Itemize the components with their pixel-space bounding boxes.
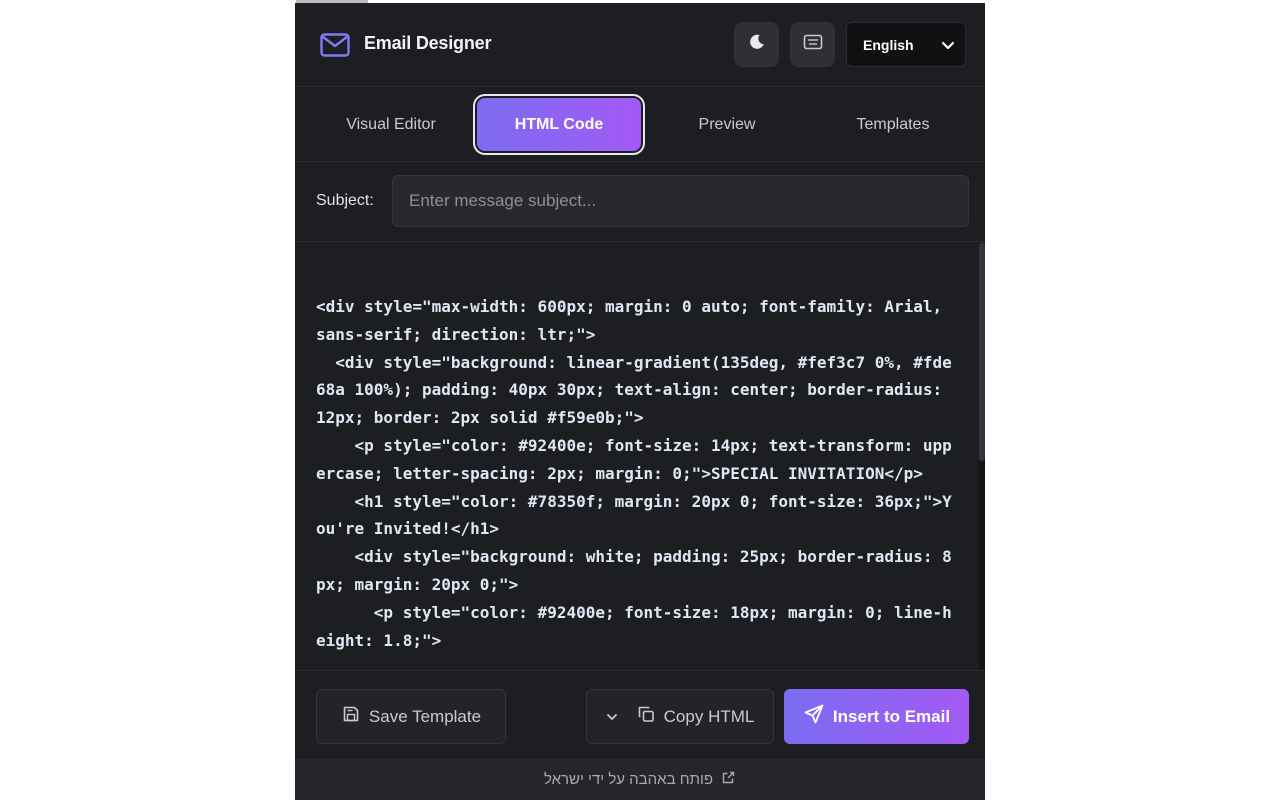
copy-html-button[interactable]: Copy HTML [586, 689, 774, 744]
language-select[interactable]: English [846, 22, 966, 67]
save-template-button[interactable]: Save Template [316, 689, 506, 744]
html-code-content[interactable]: <div style="max-width: 600px; margin: 0 … [316, 293, 961, 654]
header: Email Designer English [295, 3, 985, 87]
code-scrollbar-thumb[interactable] [979, 243, 985, 461]
tab-html-code[interactable]: HTML Code [477, 98, 641, 151]
save-icon [341, 704, 369, 729]
language-select-value: English [863, 36, 914, 53]
subject-label: Subject: [316, 192, 374, 209]
subject-row: Subject: [295, 163, 985, 242]
footer-credit: פותח באהבה על ידי ישראל [543, 771, 714, 788]
insert-to-email-label: Insert to Email [832, 706, 951, 726]
email-designer-panel: Email Designer English Visual Editor HTM… [295, 3, 985, 800]
tab-visual-editor[interactable]: Visual Editor [309, 98, 473, 151]
insert-to-email-button[interactable]: Insert to Email [784, 689, 969, 744]
mail-icon [319, 30, 351, 60]
html-code-editor[interactable]: <div style="max-width: 600px; margin: 0 … [295, 243, 985, 670]
save-template-label: Save Template [368, 706, 482, 726]
theme-toggle-button[interactable] [734, 22, 779, 67]
tab-templates[interactable]: Templates [811, 98, 975, 151]
chevron-down-icon [941, 39, 955, 55]
app-title: Email Designer [364, 33, 492, 53]
keyboard-icon [803, 34, 823, 55]
action-bar: Save Template Copy HTML Insert to Email [295, 670, 985, 759]
code-scrollbar[interactable] [979, 243, 985, 670]
tab-preview[interactable]: Preview [645, 98, 809, 151]
external-link-icon [713, 770, 736, 789]
editor-tabs: Visual Editor HTML Code Preview Template… [295, 87, 985, 162]
moon-icon [748, 33, 766, 56]
send-icon [803, 703, 833, 730]
subject-input[interactable] [392, 175, 969, 227]
keyboard-shortcuts-button[interactable] [790, 22, 835, 67]
chevron-down-icon[interactable] [606, 712, 626, 722]
copy-icon [636, 704, 664, 729]
footer[interactable]: פותח באהבה על ידי ישראל [295, 759, 985, 800]
copy-html-label: Copy HTML [663, 706, 755, 726]
